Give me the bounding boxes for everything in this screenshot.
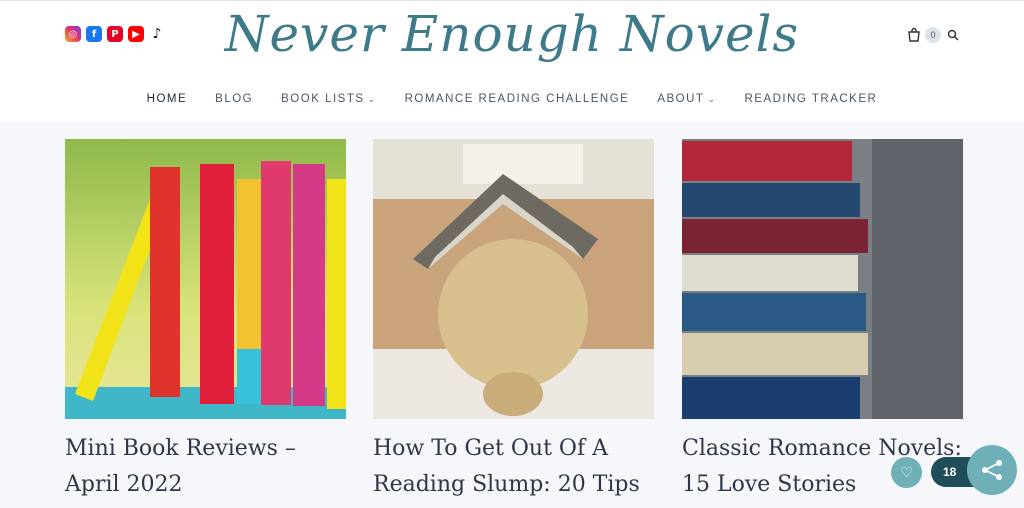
- shopping-bag-icon: [908, 27, 920, 42]
- share-button[interactable]: [967, 445, 1017, 495]
- nav-item-label: ABOUT: [657, 93, 705, 105]
- post-thumbnail-classic-books[interactable]: [682, 139, 963, 419]
- nav-item-label: BOOK LISTS: [281, 93, 365, 105]
- nav-item-about[interactable]: ABOUT ⌄: [643, 93, 730, 105]
- nav-item-reading-tracker[interactable]: READING TRACKER: [730, 93, 891, 105]
- heart-icon: ♡: [900, 464, 913, 480]
- nav-item-label: ROMANCE READING CHALLENGE: [404, 93, 630, 105]
- nav-item-book-lists[interactable]: BOOK LISTS ⌄: [267, 93, 390, 105]
- post-title[interactable]: Mini Book Reviews – April 2022: [65, 431, 346, 503]
- post-title[interactable]: How To Get Out Of A Reading Slump: 20 Ti…: [373, 431, 654, 503]
- main-nav: HOME BLOG BOOK LISTS ⌄ ROMANCE READING CH…: [0, 93, 1024, 105]
- site-header: ◎ f P ▶ ♪ Never Enough Novels 0 HOME BLO…: [0, 0, 1024, 122]
- post-card: Classic Romance Novels: 15 Love Stories: [682, 139, 963, 503]
- nav-item-romance-reading-challenge[interactable]: ROMANCE READING CHALLENGE: [391, 93, 644, 105]
- nav-item-label: BLOG: [215, 93, 254, 105]
- post-card: How To Get Out Of A Reading Slump: 20 Ti…: [373, 139, 654, 503]
- nav-item-blog[interactable]: BLOG: [201, 93, 267, 105]
- nav-item-label: READING TRACKER: [744, 93, 878, 105]
- nav-item-label: HOME: [146, 93, 188, 105]
- cart-count-badge: 0: [925, 27, 941, 43]
- site-logo[interactable]: Never Enough Novels: [0, 5, 1024, 63]
- post-card: Mini Book Reviews – April 2022: [65, 139, 346, 503]
- post-thumbnail-reading-slump[interactable]: [373, 139, 654, 419]
- nav-item-home[interactable]: HOME: [133, 93, 202, 105]
- chevron-down-icon: ⌄: [367, 93, 377, 104]
- search-icon[interactable]: [947, 29, 959, 41]
- post-thumbnail-colorful-books[interactable]: [65, 139, 346, 419]
- cart-button[interactable]: 0: [906, 27, 941, 43]
- share-icon: [982, 460, 1002, 480]
- heart-button[interactable]: ♡: [891, 457, 922, 488]
- chevron-down-icon: ⌄: [707, 93, 717, 104]
